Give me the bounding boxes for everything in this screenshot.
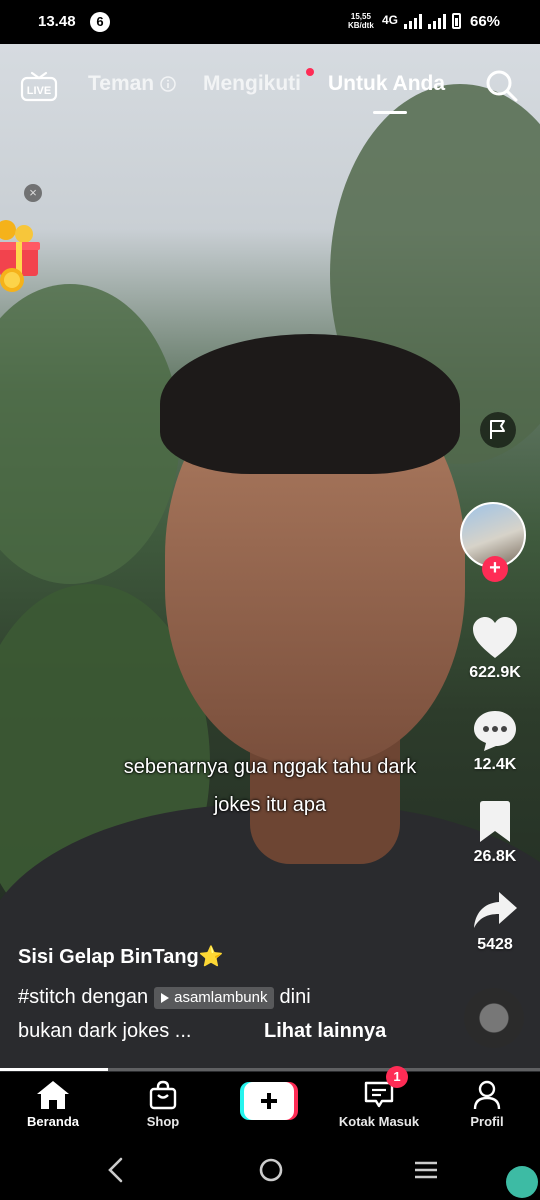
shopping-bag-icon [149,1080,177,1110]
following-new-dot [306,68,314,76]
person-hair [160,334,460,474]
nav-home-label: Beranda [26,1114,80,1129]
bottom-nav: Beranda Shop Kotak Masuk 1 Profil [0,1066,540,1140]
nav-shop[interactable]: Shop [118,1080,208,1129]
network-speed: 15,55 KB/dtk [348,12,374,30]
video-progress-bar[interactable] [0,1068,540,1071]
nav-profile[interactable]: Profil [442,1080,532,1129]
network-type: 4G [382,13,399,27]
see-more-link[interactable]: Lihat lainnya [264,1020,386,1043]
background-trees [0,284,180,584]
signal-icon-2 [428,13,446,29]
recent-apps-icon[interactable] [412,1156,440,1184]
search-icon[interactable] [484,68,520,104]
share-button[interactable]: 5428 [460,890,530,954]
follow-button[interactable]: + [482,556,508,582]
gift-close-button[interactable]: × [24,184,42,202]
play-icon [161,992,170,1003]
desc-line2: bukan dark jokes ... [18,1020,192,1042]
video-player[interactable] [0,44,540,1072]
create-plus-icon[interactable] [240,1082,298,1120]
video-caption-line1: sebenarnya gua nggak tahu dark [123,756,417,778]
inbox-badge: 1 [386,1066,408,1088]
tab-friends[interactable]: Teman [88,72,176,96]
share-count: 5428 [477,936,513,953]
share-icon [474,892,517,928]
active-tab-indicator [373,111,407,114]
tab-for-you[interactable]: Untuk Anda [328,72,445,96]
network-speed-value: 15,55 [350,12,371,21]
desc-suffix: dini [279,986,311,1008]
nav-home[interactable]: Beranda [8,1080,98,1129]
like-button[interactable]: 622.9K [460,616,530,682]
desc-prefix: #stitch dengan [18,986,149,1008]
post-description: #stitch dengan asamlambunk dini [18,986,311,1009]
battery-icon [452,13,461,29]
info-icon [160,76,176,93]
home-icon [37,1081,69,1109]
nav-shop-label: Shop [146,1114,180,1129]
nav-inbox[interactable]: Kotak Masuk [334,1080,424,1129]
tab-following[interactable]: Mengikuti [203,72,301,96]
back-icon[interactable] [104,1156,128,1184]
status-time: 13.48 [38,13,76,30]
profile-icon [473,1080,501,1110]
network-speed-unit: KB/dtk [348,21,374,30]
status-bar: 13.48 6 15,55 KB/dtk 4G 66% [0,0,540,44]
stitch-user-chip[interactable]: asamlambunk [154,986,274,1009]
creator-avatar[interactable]: + [460,502,528,582]
save-count: 26.8K [473,848,517,865]
like-count: 622.9K [469,664,521,681]
star-emoji: ⭐ [198,946,224,968]
music-disc-icon[interactable] [464,988,524,1048]
signal-icon [404,13,422,29]
heart-icon [473,617,517,658]
live-icon[interactable]: LIVE [20,70,58,102]
notification-count-badge: 6 [90,12,110,32]
username-text: Sisi Gelap BinTang [18,946,199,968]
battery-percent: 66% [470,13,501,30]
comment-icon [474,711,516,751]
stitch-username: asamlambunk [174,988,268,1006]
live-label: LIVE [27,85,51,97]
creator-username[interactable]: Sisi Gelap BinTang⭐ [18,944,224,969]
flag-icon[interactable] [480,412,516,448]
tab-friends-label: Teman [88,72,155,95]
nav-inbox-label: Kotak Masuk [338,1114,420,1129]
system-nav-bar [0,1140,540,1200]
nav-profile-label: Profil [470,1114,504,1129]
video-progress-fill [0,1068,108,1071]
video-caption-line2: jokes itu apa [213,794,327,816]
gift-icon[interactable] [0,218,42,296]
assistant-bubble-icon[interactable] [506,1166,538,1198]
home-circle-icon[interactable] [258,1156,284,1184]
